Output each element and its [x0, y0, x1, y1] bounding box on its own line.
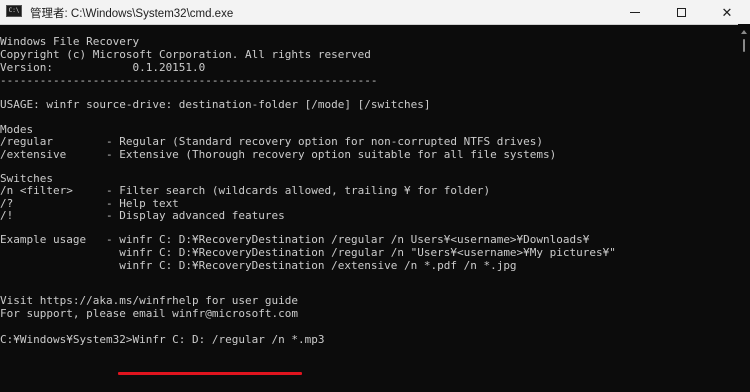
minimize-button[interactable]	[612, 0, 658, 24]
console-line: USAGE: winfr source-drive: destination-f…	[0, 98, 431, 111]
vertical-scrollbar[interactable]	[738, 24, 750, 392]
close-icon: ✕	[721, 4, 733, 20]
scrollbar-thumb[interactable]	[743, 39, 745, 52]
console-line: winfr C: D:¥RecoveryDestination /regular…	[0, 246, 616, 259]
console-line: For support, please email winfr@microsof…	[0, 307, 299, 320]
minimize-icon	[630, 11, 640, 13]
console-line: winfr C: D:¥RecoveryDestination /extensi…	[0, 259, 517, 272]
console-line: /! - Display advanced features	[0, 209, 285, 222]
console-line: Example usage - winfr C: D:¥RecoveryDest…	[0, 233, 590, 246]
console-line: Windows File Recovery	[0, 35, 140, 48]
window-title: 管理者: C:\Windows\System32\cmd.exe	[30, 8, 234, 20]
command-prompt-line[interactable]: C:¥Windows¥System32>Winfr C: D: /regular…	[0, 333, 325, 346]
maximize-icon	[676, 7, 686, 17]
maximize-button[interactable]	[658, 0, 704, 24]
console-line: /extensive - Extensive (Thorough recover…	[0, 148, 557, 161]
console-line: /regular - Regular (Standard recovery op…	[0, 135, 544, 148]
console-output[interactable]: Windows File Recovery Copyright (c) Micr…	[0, 24, 738, 392]
title-bar[interactable]: C:\ 管理者: C:\Windows\System32\cmd.exe ✕	[0, 0, 750, 25]
command-prompt-icon: C:\	[6, 5, 22, 17]
console-line: Version: 0.1.20151.0	[0, 61, 206, 74]
console-line: Visit https://aka.ms/winfrhelp for user …	[0, 294, 299, 307]
console-line: ----------------------------------------…	[0, 74, 378, 87]
console-line: Copyright (c) Microsoft Corporation. All…	[0, 48, 371, 61]
close-button[interactable]: ✕	[704, 0, 750, 24]
scroll-up-arrow-icon[interactable]	[741, 30, 747, 34]
console-line: /n <filter> - Filter search (wildcards a…	[0, 184, 491, 197]
red-underline-annotation	[118, 372, 302, 375]
